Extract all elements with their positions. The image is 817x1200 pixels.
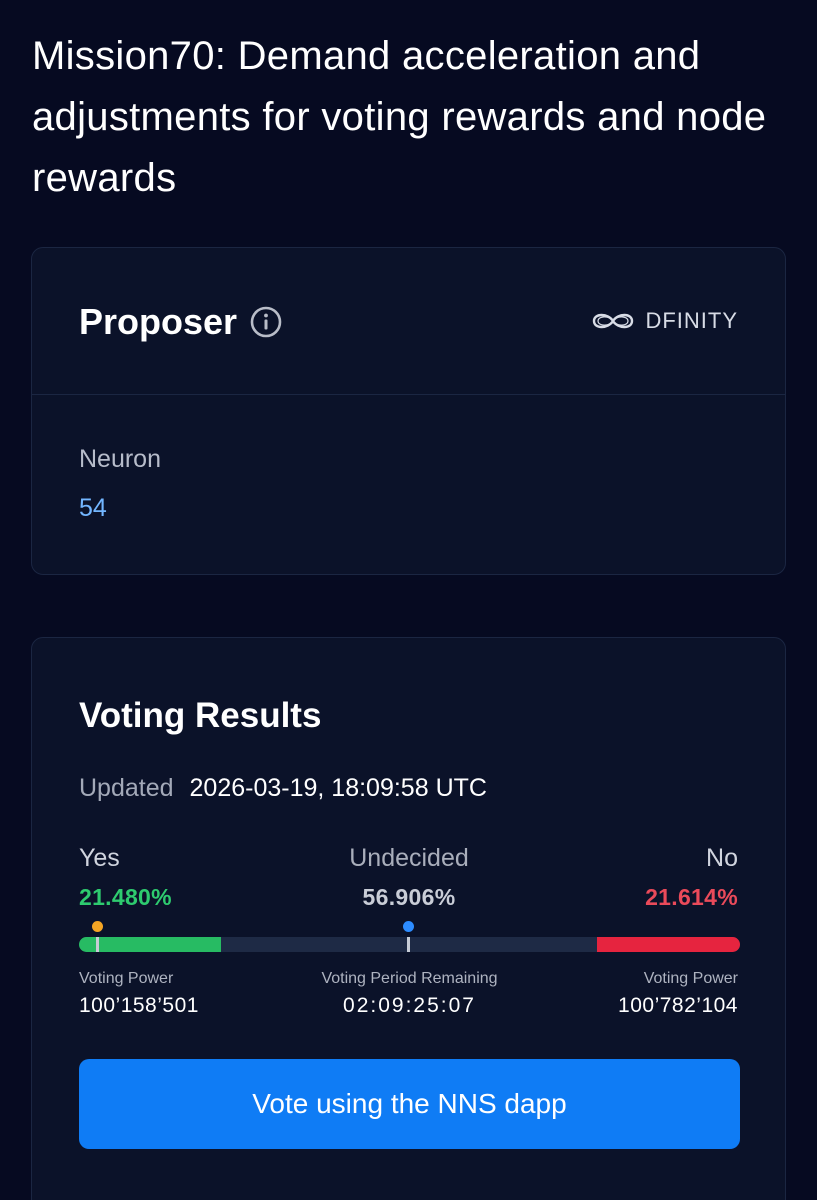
no-voting-power-value: 100’782’104 (618, 994, 738, 1017)
undecided-label: Undecided (349, 844, 469, 872)
vote-nns-dapp-button[interactable]: Vote using the NNS dapp (79, 1059, 740, 1149)
no-voting-power-label: Voting Power (643, 970, 738, 987)
neuron-label: Neuron (79, 445, 161, 473)
neuron-id-link[interactable]: 54 (79, 494, 107, 523)
voting-results-heading: Voting Results (79, 696, 322, 735)
undecided-marker-dot-icon (403, 921, 414, 932)
yes-label: Yes (79, 844, 120, 872)
yes-voting-power-value: 100’158’501 (79, 994, 199, 1017)
voting-period-remaining-value: 02:09:25:07 (343, 994, 476, 1017)
undecided-percent: 56.906% (362, 884, 456, 910)
voting-progress-bar (79, 937, 740, 952)
updated-timestamp: 2026-03-19, 18:09:58 UTC (189, 774, 487, 802)
no-percent: 21.614% (645, 884, 738, 910)
info-icon[interactable] (250, 306, 282, 338)
voting-results-card: Voting Results Updated 2026-03-19, 18:09… (31, 637, 786, 1200)
yes-percent: 21.480% (79, 884, 172, 910)
updated-row: Updated 2026-03-19, 18:09:58 UTC (79, 774, 487, 803)
majority-threshold-tick (407, 937, 410, 952)
no-bar-fill (597, 937, 740, 952)
proposal-title: Mission70: Demand acceleration and adjus… (32, 34, 767, 200)
updated-label: Updated (79, 774, 174, 802)
yes-voting-power-label: Voting Power (79, 970, 174, 987)
yes-marker-dot-icon (92, 921, 103, 932)
proposer-heading: Proposer (79, 301, 238, 342)
yes-threshold-tick (96, 937, 99, 952)
yes-bar-fill (79, 937, 221, 952)
dfinity-badge: DFINITY (589, 308, 738, 334)
dfinity-label: DFINITY (645, 308, 738, 333)
proposer-header: Proposer DFINITY (32, 248, 785, 395)
no-label: No (706, 844, 738, 872)
infinity-logo-icon (593, 313, 634, 329)
voting-period-remaining-label: Voting Period Remaining (321, 970, 498, 987)
proposer-card: Proposer DFINITY Neuron 54 (31, 247, 786, 575)
